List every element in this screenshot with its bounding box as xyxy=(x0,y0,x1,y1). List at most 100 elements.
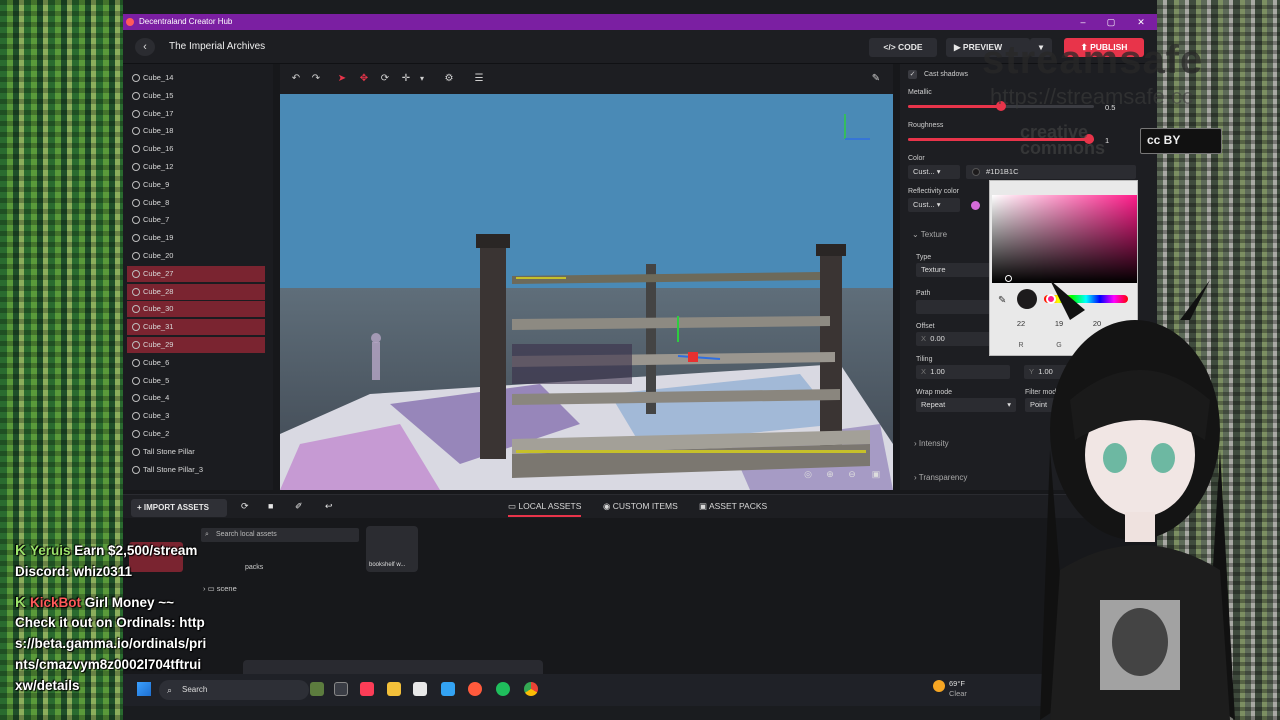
select-tool-icon[interactable]: ➤ xyxy=(334,71,350,87)
redo-icon[interactable]: ↷ xyxy=(308,71,324,87)
color-hex-input[interactable]: #1D1B1C xyxy=(966,165,1136,179)
intensity-section-toggle[interactable]: › Intensity xyxy=(914,439,949,448)
music-app-icon[interactable] xyxy=(360,682,374,696)
type-label: Type xyxy=(916,254,932,261)
reflectivity-swatch[interactable] xyxy=(971,201,980,210)
chat-message: Check it out on Ordinals: http xyxy=(15,615,205,630)
tree-item[interactable]: Tall Stone Pillar_3 xyxy=(127,462,265,478)
tree-item[interactable]: Cube_16 xyxy=(127,141,265,157)
close-window-button[interactable]: ✕ xyxy=(1127,14,1155,30)
tree-item[interactable]: Cube_9 xyxy=(127,177,265,193)
tab-asset-packs-label: ASSET PACKS xyxy=(708,501,768,511)
tiling-label: Tiling xyxy=(916,356,933,363)
file-explorer-icon[interactable] xyxy=(387,682,401,696)
tree-item-label: Cube_15 xyxy=(143,90,174,100)
asset-tile-bookshelf[interactable]: bookshelf w... xyxy=(366,526,418,572)
chat-message: K Yeruis Earn $2,500/stream xyxy=(15,542,197,559)
tree-item[interactable]: Cube_19 xyxy=(127,230,265,246)
tree-item[interactable]: Cube_31 xyxy=(127,319,265,336)
move-tool-icon[interactable]: ✥ xyxy=(356,71,372,87)
refresh-icon[interactable]: ⟳ xyxy=(241,501,249,512)
creator-hub-icon[interactable] xyxy=(468,682,482,696)
scene-folder[interactable]: › ▭ scene xyxy=(203,584,237,593)
tree-item[interactable]: Cube_5 xyxy=(127,373,265,389)
tree-item[interactable]: Cube_29 xyxy=(127,337,265,353)
tiling-x-input[interactable]: X 1.00 xyxy=(916,365,1010,379)
viewport-controls: ◎ ⊕ ⊖ ▣ xyxy=(800,466,890,484)
scale-tool-icon[interactable]: ✛ xyxy=(398,71,414,87)
back-button[interactable]: ‹ xyxy=(135,38,155,56)
code-button[interactable]: </> CODE xyxy=(869,38,937,57)
tree-item[interactable]: Cube_27 xyxy=(127,265,265,282)
chat-text: Earn $2,500/stream xyxy=(74,543,198,558)
tab-asset-packs[interactable]: ▣ ASSET PACKS xyxy=(699,501,767,512)
reflectivity-label: Reflectivity color xyxy=(908,188,959,195)
task-view-icon[interactable] xyxy=(334,682,348,696)
entity-icon xyxy=(132,305,140,314)
watermark-creative-commons: creative commons xyxy=(1020,123,1106,158)
zoom-out-icon[interactable]: ⊖ xyxy=(844,466,860,482)
reflectivity-mode-select[interactable]: Cust... ▾ xyxy=(908,198,960,212)
windows-start-icon[interactable] xyxy=(137,682,151,696)
taskbar-search[interactable]: ⌕ Search xyxy=(159,680,309,700)
tree-item[interactable]: Tall Stone Pillar xyxy=(127,444,265,460)
type-value: Texture xyxy=(921,265,946,274)
search-icon: ⌕ xyxy=(205,531,209,538)
chevron-down-icon[interactable]: ▾ xyxy=(414,71,430,87)
fullscreen-icon[interactable]: ▣ xyxy=(868,466,884,482)
import-assets-button[interactable]: + IMPORT ASSETS xyxy=(131,499,227,517)
notepad-icon[interactable] xyxy=(441,682,455,696)
pencil-icon[interactable]: ✎ xyxy=(868,71,884,87)
undo-arrow-icon[interactable]: ↩ xyxy=(325,501,333,512)
picker-cursor[interactable] xyxy=(1005,275,1012,282)
tree-item[interactable]: Cube_15 xyxy=(127,88,265,104)
tree-item[interactable]: Cube_4 xyxy=(127,390,265,406)
app-icon xyxy=(126,18,134,26)
search-local-assets-placeholder: Search local assets xyxy=(216,531,277,538)
cc-line2: commons xyxy=(1020,138,1106,158)
code-icon: </> xyxy=(883,42,899,52)
focus-icon[interactable]: ◎ xyxy=(800,466,816,482)
tree-item[interactable]: Cube_12 xyxy=(127,159,265,175)
zoom-in-icon[interactable]: ⊕ xyxy=(822,466,838,482)
saturation-value-area[interactable] xyxy=(992,195,1137,283)
tree-item[interactable]: Cube_17 xyxy=(127,106,265,122)
panel-toggle-icon[interactable]: ☰ xyxy=(471,71,487,87)
tree-item[interactable]: Cube_18 xyxy=(127,123,265,139)
transparency-section-toggle[interactable]: › Transparency xyxy=(914,473,967,482)
tree-item[interactable]: Cube_6 xyxy=(127,355,265,371)
minimize-button[interactable]: – xyxy=(1069,14,1097,30)
chrome-icon[interactable] xyxy=(524,682,538,696)
widgets-icon[interactable] xyxy=(310,682,324,696)
tree-item[interactable]: Cube_30 xyxy=(127,301,265,318)
search-local-assets-input[interactable]: ⌕ Search local assets xyxy=(201,528,359,542)
undo-icon[interactable]: ↶ xyxy=(288,71,304,87)
eyedropper-icon[interactable]: ✎ xyxy=(998,295,1006,306)
scene-folder-label: scene xyxy=(216,584,237,593)
color-mode-select[interactable]: Cust... ▾ xyxy=(908,165,960,179)
tree-item[interactable]: Cube_7 xyxy=(127,212,265,228)
offset-label: Offset xyxy=(916,323,935,330)
cast-shadows-checkbox[interactable]: ✓ xyxy=(908,70,917,79)
tab-local-assets[interactable]: ▭ LOCAL ASSETS xyxy=(508,501,582,517)
tree-item[interactable]: Cube_2 xyxy=(127,426,265,442)
tree-item[interactable]: Cube_8 xyxy=(127,195,265,211)
texture-section-toggle[interactable]: ⌄ Texture xyxy=(912,230,947,239)
spotify-icon[interactable] xyxy=(496,682,510,696)
rotate-tool-icon[interactable]: ⟳ xyxy=(377,71,393,87)
snipping-tool-icon[interactable] xyxy=(413,682,427,696)
tree-item[interactable]: Cube_28 xyxy=(127,283,265,300)
texture-section-label: Texture xyxy=(920,230,948,239)
tree-item-label: Cube_4 xyxy=(143,393,170,403)
maximize-button[interactable]: ▢ xyxy=(1097,14,1125,30)
scene-viewport[interactable]: ◎ ⊕ ⊖ ▣ xyxy=(280,94,893,490)
roughness-value: 1 xyxy=(1105,136,1110,145)
wrap-mode-select[interactable]: Repeat ▾ xyxy=(916,398,1016,412)
tree-item[interactable]: Cube_14 xyxy=(127,70,265,86)
folder-icon[interactable]: ■ xyxy=(268,501,273,511)
tab-custom-items[interactable]: ◉ CUSTOM ITEMS xyxy=(603,501,678,512)
tree-item[interactable]: Cube_3 xyxy=(127,408,265,424)
brush-icon[interactable]: ✐ xyxy=(295,501,303,512)
gear-icon[interactable]: ⚙ xyxy=(441,71,457,87)
tree-item[interactable]: Cube_20 xyxy=(127,248,265,264)
